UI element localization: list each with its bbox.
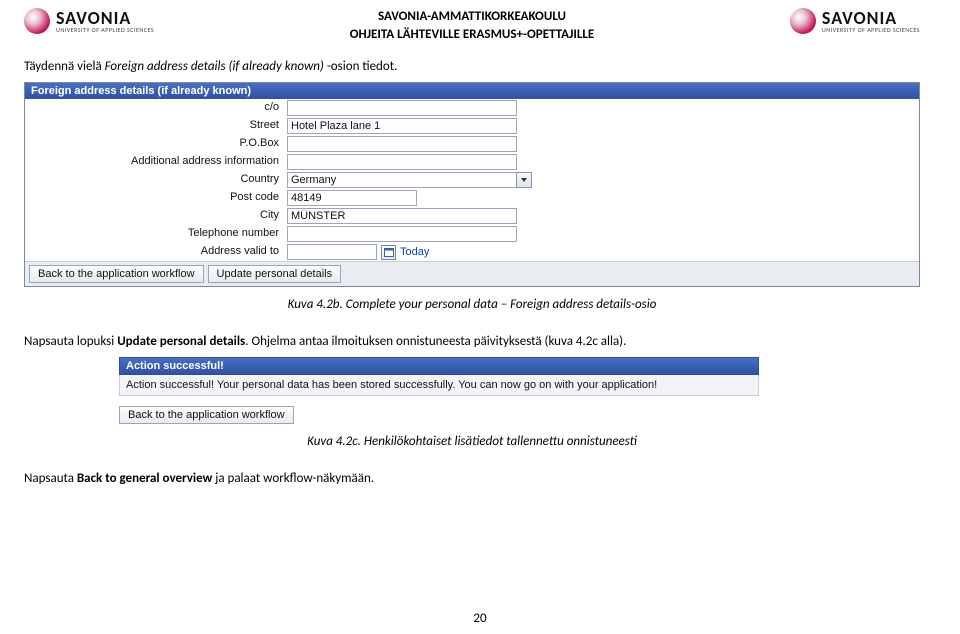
action-successful-shot: Action successful! Action successful! Yo… xyxy=(119,357,759,424)
logo-right: SAVONIA UNIVERSITY OF APPLIED SCIENCES xyxy=(790,8,920,34)
page-number: 20 xyxy=(473,611,486,626)
calendar-icon[interactable] xyxy=(381,245,396,260)
label-city: City xyxy=(25,207,285,225)
text: Napsauta xyxy=(24,471,77,486)
postcode-field[interactable] xyxy=(287,190,417,206)
instruction-3: Napsauta Back to general overview ja pal… xyxy=(24,471,920,486)
text: . Ohjelma antaa ilmoituksen onnistuneest… xyxy=(245,334,626,349)
label-pobox: P.O.Box xyxy=(25,135,285,153)
text: Napsauta lopuksi xyxy=(24,334,117,349)
doc-title-line2: OHJEITA LÄHTEVILLE ERASMUS+-OPETTAJILLE xyxy=(154,26,790,44)
form-grid: c/o Street P.O.Box Additional address in… xyxy=(25,99,919,261)
logo-main: SAVONIA xyxy=(56,9,154,27)
logo-sub: UNIVERSITY OF APPLIED SCIENCES xyxy=(56,27,154,33)
logo-text: SAVONIA UNIVERSITY OF APPLIED SCIENCES xyxy=(56,9,154,33)
country-combo[interactable] xyxy=(287,172,532,188)
text-italic: Foreign address details (if already know… xyxy=(105,59,324,74)
country-field[interactable] xyxy=(287,172,517,188)
today-link[interactable]: Today xyxy=(400,246,429,258)
update-button[interactable]: Update personal details xyxy=(208,265,342,283)
section-header: Foreign address details (if already know… xyxy=(25,83,919,99)
phone-field[interactable] xyxy=(287,226,517,242)
text: Täydennä vielä xyxy=(24,59,105,74)
pobox-field[interactable] xyxy=(287,136,517,152)
back-button[interactable]: Back to the application workflow xyxy=(29,265,204,283)
additional-field[interactable] xyxy=(287,154,517,170)
instruction-1: Täydennä vielä Foreign address details (… xyxy=(24,59,920,74)
validto-field[interactable] xyxy=(287,244,377,260)
instruction-2: Napsauta lopuksi Update personal details… xyxy=(24,334,920,349)
text: ja palaat workflow-näkymään. xyxy=(212,471,374,486)
back-button[interactable]: Back to the application workflow xyxy=(119,406,294,424)
label-additional: Additional address information xyxy=(25,153,285,171)
doc-title-line1: SAVONIA-AMMATTIKORKEAKOULU xyxy=(154,8,790,26)
button-row: Back to the application workflow Update … xyxy=(25,261,919,286)
label-co: c/o xyxy=(25,99,285,117)
text-bold: Back to general overview xyxy=(77,471,212,486)
caption-1: Kuva 4.2b. Complete your personal data –… xyxy=(24,297,920,312)
logo-icon xyxy=(790,8,816,34)
document-title: SAVONIA-AMMATTIKORKEAKOULU OHJEITA LÄHTE… xyxy=(154,8,790,43)
logo-icon xyxy=(24,8,50,34)
chevron-down-icon[interactable] xyxy=(516,172,532,188)
caption-2: Kuva 4.2c. Henkilökohtaiset lisätiedot t… xyxy=(24,434,920,449)
document-header: SAVONIA UNIVERSITY OF APPLIED SCIENCES S… xyxy=(24,8,920,43)
logo-sub: UNIVERSITY OF APPLIED SCIENCES xyxy=(822,27,920,33)
label-validto: Address valid to xyxy=(25,243,285,261)
text: -osion tiedot. xyxy=(324,59,398,74)
date-row: Today xyxy=(287,244,429,260)
logo-left: SAVONIA UNIVERSITY OF APPLIED SCIENCES xyxy=(24,8,154,34)
label-street: Street xyxy=(25,117,285,135)
action-message: Action successful! Your personal data ha… xyxy=(119,375,759,396)
label-postcode: Post code xyxy=(25,189,285,207)
action-header: Action successful! xyxy=(119,357,759,375)
label-phone: Telephone number xyxy=(25,225,285,243)
city-field[interactable] xyxy=(287,208,517,224)
street-field[interactable] xyxy=(287,118,517,134)
logo-text: SAVONIA UNIVERSITY OF APPLIED SCIENCES xyxy=(822,9,920,33)
logo-main: SAVONIA xyxy=(822,9,920,27)
text-bold: Update personal details xyxy=(117,334,245,349)
form-foreign-address: Foreign address details (if already know… xyxy=(24,82,920,287)
label-country: Country xyxy=(25,171,285,189)
co-field[interactable] xyxy=(287,100,517,116)
